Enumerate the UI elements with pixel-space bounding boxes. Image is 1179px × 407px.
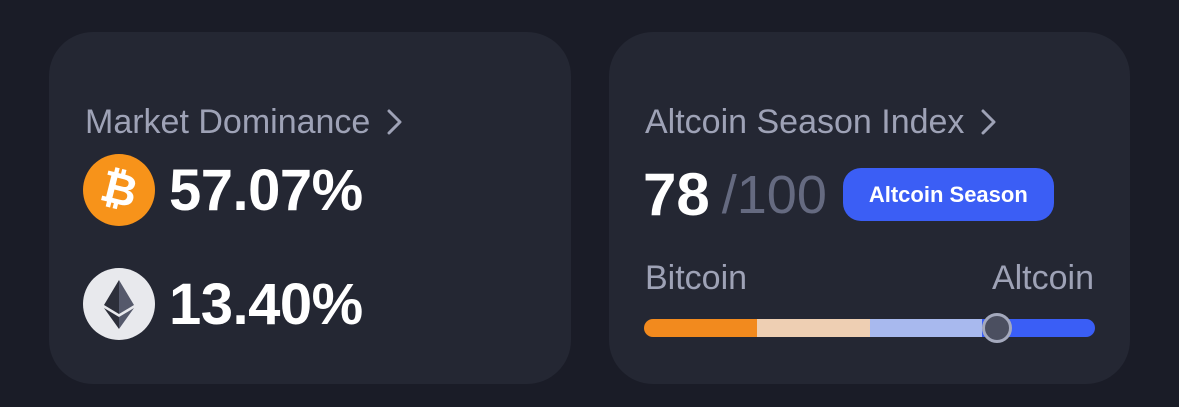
- dominance-row-ethereum: 13.40%: [83, 268, 363, 340]
- scale-segment-bitcoin: [644, 319, 757, 337]
- market-dominance-card: Market Dominance ₿ 57.07% 13.40%: [49, 32, 571, 384]
- altcoin-score-max: /100: [721, 164, 827, 225]
- scale-segment-altcoin-lean: [869, 319, 983, 337]
- ethereum-icon: [83, 268, 155, 340]
- svg-text:₿: ₿: [96, 161, 143, 217]
- chevron-right-icon: [387, 109, 402, 135]
- bitcoin-dominance-value: 57.07%: [169, 157, 363, 223]
- ethereum-dominance-value: 13.40%: [169, 271, 363, 337]
- market-dominance-title: Market Dominance: [85, 103, 371, 141]
- scale-label-altcoin: Altcoin: [991, 259, 1094, 297]
- altcoin-score-value: 78: [643, 161, 710, 228]
- altcoin-season-header[interactable]: Altcoin Season Index: [645, 102, 1000, 142]
- market-dominance-header[interactable]: Market Dominance: [85, 102, 406, 142]
- chevron-right-icon: [981, 109, 996, 135]
- season-status-badge[interactable]: Altcoin Season: [842, 168, 1054, 221]
- scale-segment-bitcoin-lean: [756, 319, 870, 337]
- season-scale-bar: [644, 313, 1095, 343]
- altcoin-season-card: Altcoin Season Index 78 /100 Altcoin Sea…: [609, 32, 1130, 384]
- bitcoin-icon: ₿: [83, 154, 155, 226]
- altcoin-score-row: 78 /100 Altcoin Season: [643, 160, 1054, 229]
- dominance-row-bitcoin: ₿ 57.07%: [83, 154, 363, 226]
- season-indicator-knob[interactable]: [981, 313, 1012, 343]
- altcoin-season-title: Altcoin Season Index: [645, 103, 965, 141]
- scale-label-bitcoin: Bitcoin: [645, 259, 748, 297]
